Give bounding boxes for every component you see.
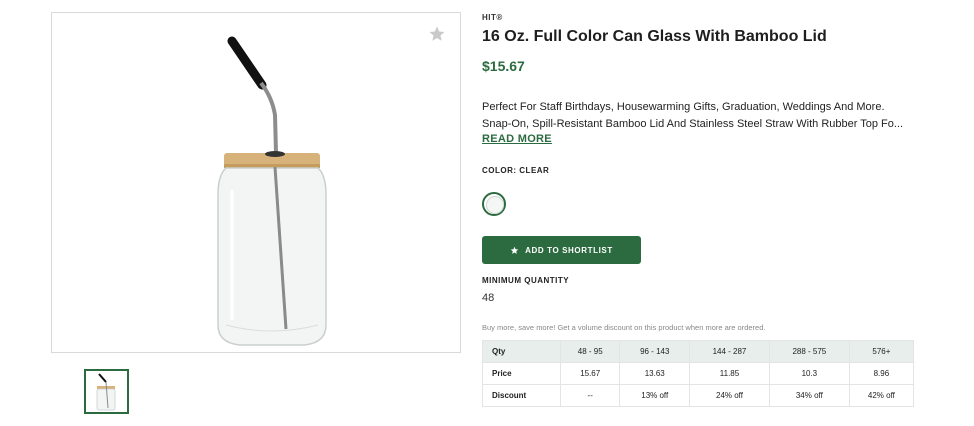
- table-cell: 11.85: [689, 362, 770, 385]
- table-cell: 15.67: [559, 362, 621, 385]
- product-image-gallery: [51, 12, 461, 353]
- minimum-quantity-value: 48: [482, 292, 495, 304]
- pricing-header-row: Qty 48 - 95 96 - 143 144 - 287 288 - 575…: [482, 340, 915, 363]
- description-line: Perfect For Staff Birthdays, Housewarmin…: [482, 101, 885, 113]
- table-cell: Discount: [482, 384, 561, 407]
- header-cell: 288 - 575: [768, 340, 850, 363]
- pricing-table: Qty 48 - 95 96 - 143 144 - 287 288 - 575…: [482, 340, 915, 407]
- color-label: COLOR: CLEAR: [482, 166, 550, 175]
- star-icon: [510, 246, 519, 254]
- product-description: Perfect For Staff Birthdays, Housewarmin…: [482, 99, 922, 133]
- product-thumbnail[interactable]: [84, 369, 129, 414]
- header-cell: 48 - 95: [559, 340, 621, 363]
- header-cell: Qty: [482, 340, 561, 363]
- product-image: [217, 36, 327, 346]
- table-cell: 13.63: [619, 362, 691, 385]
- header-cell: 576+: [848, 340, 915, 363]
- table-cell: 8.96: [848, 362, 915, 385]
- volume-discount-note: Buy more, save more! Get a volume discou…: [482, 323, 766, 332]
- table-cell: Price: [482, 362, 561, 385]
- price-row: Price 15.67 13.63 11.85 10.3 8.96: [482, 362, 915, 385]
- table-cell: 42% off: [848, 384, 915, 407]
- table-cell: 34% off: [768, 384, 850, 407]
- thumbnail-image: [96, 373, 116, 411]
- product-title: 16 Oz. Full Color Can Glass With Bamboo …: [482, 28, 827, 45]
- add-to-shortlist-button[interactable]: ADD TO SHORTLIST: [482, 236, 641, 264]
- table-cell: --: [559, 384, 621, 407]
- product-price: $15.67: [482, 58, 525, 74]
- favorite-star-icon[interactable]: [428, 25, 446, 43]
- table-cell: 24% off: [689, 384, 770, 407]
- description-line: Snap-On, Spill-Resistant Bamboo Lid And …: [482, 118, 904, 130]
- brand-name: HIT®: [482, 13, 503, 22]
- minimum-quantity-label: MINIMUM QUANTITY: [482, 276, 570, 285]
- discount-row: Discount -- 13% off 24% off 34% off 42% …: [482, 384, 915, 407]
- header-cell: 96 - 143: [619, 340, 691, 363]
- shortlist-button-label: ADD TO SHORTLIST: [525, 245, 613, 255]
- read-more-link[interactable]: READ MORE: [482, 133, 552, 145]
- header-cell: 144 - 287: [689, 340, 770, 363]
- color-swatch-clear[interactable]: [482, 192, 506, 216]
- table-cell: 10.3: [768, 362, 850, 385]
- table-cell: 13% off: [619, 384, 691, 407]
